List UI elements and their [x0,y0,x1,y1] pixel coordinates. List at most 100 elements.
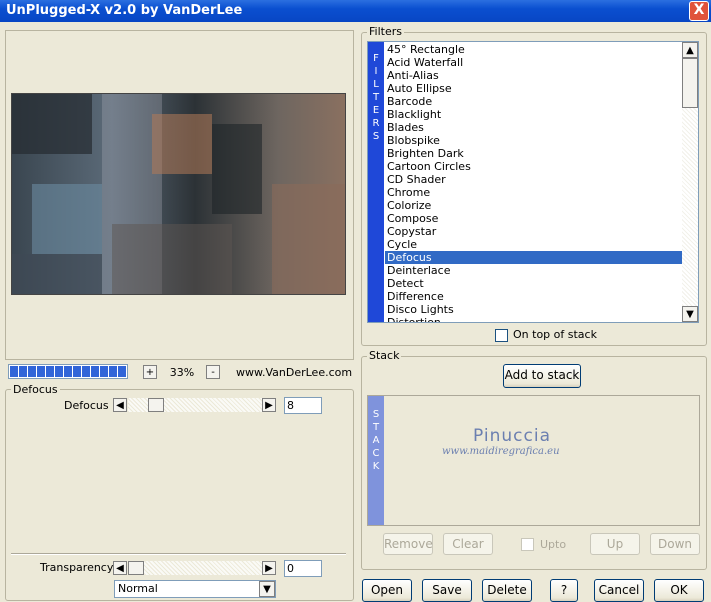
transparency-slider-thumb[interactable] [128,561,144,575]
side-label-letter: K [372,461,380,472]
progress-segment [100,366,108,377]
filter-list-item[interactable]: Blacklight [385,108,682,121]
cancel-button[interactable]: Cancel [594,579,644,602]
close-button[interactable]: X [689,1,709,21]
filter-list-item[interactable]: Defocus [385,251,682,264]
progress-segment [37,366,45,377]
scroll-thumb[interactable] [682,58,698,108]
upto-label: Upto [540,538,567,551]
filter-list-item[interactable]: Difference [385,290,682,303]
progress-segment [19,366,27,377]
progress-segment [64,366,72,377]
filter-list-item[interactable]: Detect [385,277,682,290]
filter-list-item[interactable]: Copystar [385,225,682,238]
stack-list[interactable]: STACK Pinuccia www.maidiregrafica.eu [367,395,700,526]
progress-segment [28,366,36,377]
progress-segment [118,366,126,377]
ok-button[interactable]: OK [654,579,704,602]
side-label-letter: T [372,422,380,433]
transparency-value-input[interactable]: 0 [284,560,322,577]
remove-button[interactable]: Remove [383,533,433,555]
zoom-in-button[interactable]: + [143,365,157,379]
progress-segment [55,366,63,377]
defocus-slider-right-button[interactable]: ▶ [262,398,276,412]
defocus-value-input[interactable]: 8 [284,397,322,414]
arrow-up-icon: ▲ [686,45,694,56]
defocus-preview-icon [12,94,345,294]
defocus-group-legend: Defocus [11,383,60,396]
arrow-down-icon: ▼ [686,309,694,320]
close-icon: X [693,2,705,18]
filter-list-item[interactable]: CD Shader [385,173,682,186]
progress-segment [82,366,90,377]
arrow-right-icon: ▶ [265,400,273,411]
website-link[interactable]: www.VanDerLee.com [236,366,352,379]
help-button[interactable]: ? [550,579,578,602]
blend-mode-select[interactable]: Normal ▼ [114,580,276,598]
progress-segment [91,366,99,377]
stack-side-label: STACK [368,396,384,525]
upto-checkbox[interactable] [521,538,534,551]
filter-list-item[interactable]: Chrome [385,186,682,199]
filter-list-item[interactable]: Acid Waterfall [385,56,682,69]
filter-list-item[interactable]: Blades [385,121,682,134]
filters-list[interactable]: FILTERS 45° Rectangle Acid Waterfall Anti-… [367,41,699,323]
transparency-slider-left-button[interactable]: ◀ [113,561,127,575]
save-button[interactable]: Save [422,579,472,602]
defocus-slider-left-button[interactable]: ◀ [113,398,127,412]
progress-segment [109,366,117,377]
filter-list-item[interactable]: Disco Lights [385,303,682,316]
zoom-out-button[interactable]: - [206,365,220,379]
filter-list-item[interactable]: Cartoon Circles [385,160,682,173]
scroll-down-button[interactable]: ▼ [682,306,698,322]
delete-button[interactable]: Delete [482,579,532,602]
filter-list-item[interactable]: Cycle [385,238,682,251]
progress-segment [10,366,18,377]
filter-list-item[interactable]: Compose [385,212,682,225]
zoom-value: 33% [169,366,195,379]
preview-image[interactable] [11,93,346,295]
up-button[interactable]: Up [590,533,640,555]
side-label-letter: R [372,118,380,129]
progress-segment [73,366,81,377]
side-label-letter: E [372,105,380,116]
side-label-letter: I [374,66,378,77]
side-label-letter: C [372,448,380,459]
plus-icon: + [145,367,155,378]
down-button[interactable]: Down [650,533,700,555]
on-top-checkbox[interactable] [495,329,508,342]
filter-list-item[interactable]: Blobspike [385,134,682,147]
filter-list-item[interactable]: Brighten Dark [385,147,682,160]
filter-list-item[interactable]: Deinterlace [385,264,682,277]
transparency-slider-track[interactable] [128,561,262,575]
filters-scrollbar[interactable]: ▲ ▼ [682,42,698,322]
arrow-right-icon: ▶ [265,563,273,574]
title-bar[interactable]: UnPlugged-X v2.0 by VanDerLee X [0,0,711,22]
stack-group-legend: Stack [367,349,402,362]
blend-mode-value: Normal [118,582,158,595]
on-top-label: On top of stack [513,328,597,341]
chevron-down-icon[interactable]: ▼ [259,581,275,597]
side-label-letter: F [373,53,379,64]
clear-button[interactable]: Clear [443,533,493,555]
progress-fill [10,366,126,377]
filter-list-item[interactable]: Colorize [385,199,682,212]
separator-line [11,553,346,555]
open-button[interactable]: Open [362,579,412,602]
filters-group-legend: Filters [367,25,404,38]
filter-list-item[interactable]: 45° Rectangle [385,43,682,56]
progress-bar [8,364,128,379]
defocus-param-label: Defocus [64,399,109,412]
add-to-stack-button[interactable]: Add to stack [503,364,581,388]
watermark-url: www.maidiregrafica.eu [442,446,560,457]
scroll-up-button[interactable]: ▲ [682,42,698,58]
transparency-slider-right-button[interactable]: ▶ [262,561,276,575]
filter-list-item[interactable]: Distortion [385,316,682,322]
filter-list-item[interactable]: Anti-Alias [385,69,682,82]
filter-list-item[interactable]: Barcode [385,95,682,108]
side-label-letter: A [372,435,380,446]
transparency-label: Transparency [40,561,114,574]
filter-list-item[interactable]: Auto Ellipse [385,82,682,95]
filters-side-label: FILTERS [368,42,384,322]
defocus-slider-thumb[interactable] [148,398,164,412]
